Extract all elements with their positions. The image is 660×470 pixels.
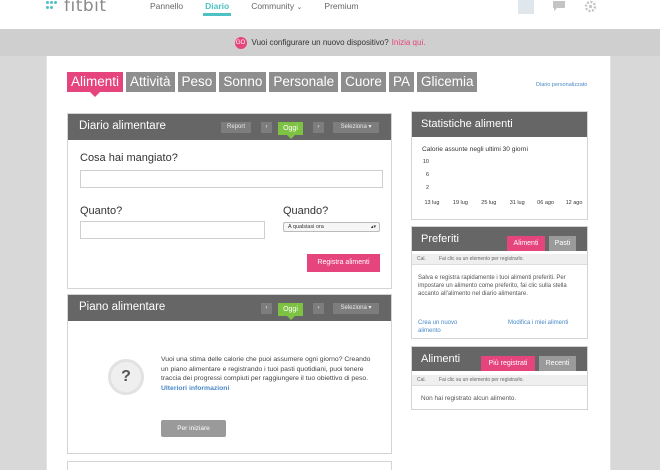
food-stats-title: Statistiche alimenti [421, 118, 513, 130]
banner-start-link[interactable]: Inizia qui. [392, 38, 426, 47]
foods-panel: Alimenti Più registrati Recenti Cal. Fai… [411, 346, 588, 410]
gear-icon[interactable] [584, 0, 598, 13]
create-food-link[interactable]: Crea un nuovo alimento [418, 319, 478, 335]
calorie-chart: 10 6 2 13 lug 19 lug 25 lug 31 lug 06 ago 12 ago [423, 159, 583, 206]
foods-tab-recent[interactable]: Recenti [539, 356, 576, 371]
tab-sleep[interactable]: Sonno [219, 72, 267, 92]
favorites-hint: Fai clic su un elemento per registrarlo. [439, 256, 524, 262]
custom-diary-link[interactable]: Diario personalizzato [536, 82, 587, 88]
favorites-text: Salva e registra rapidamente i tuoi alim… [418, 275, 567, 297]
favorites-tab-meals[interactable]: Pasti [549, 236, 576, 251]
nav-link-community[interactable]: Community ⌄ [251, 0, 302, 14]
get-started-button[interactable]: Per iniziare [161, 420, 226, 437]
quantity-label: Quanto? [80, 205, 123, 217]
select-label: Seleziona [340, 124, 367, 130]
favorites-header: Preferiti Alimenti Pasti [412, 227, 587, 251]
x-tick-label: 31 lug [510, 200, 525, 206]
chevron-down-icon: ▴▾ [370, 224, 376, 230]
tab-heart[interactable]: Cuore [341, 72, 386, 92]
meal-plan-panel: Piano alimentare ‹ Oggi › Seleziona ▾ ? … [67, 294, 392, 454]
favorites-column-header: Cal. Fai clic su un elemento per registr… [412, 254, 587, 265]
next-day-button[interactable]: › [313, 122, 324, 133]
food-search-input[interactable] [80, 170, 383, 188]
foods-cal-header: Cal. [417, 377, 426, 383]
question-mark: ? [121, 368, 131, 385]
favorites-cal-header: Cal. [417, 256, 426, 262]
diary-tabs: Alimenti Attività Peso Sonno Personale C… [67, 72, 478, 97]
meal-plan-description: Vuoi una stima delle calorie che puoi as… [161, 356, 371, 383]
select-label: Seleziona [340, 305, 367, 311]
log-food-button[interactable]: Registra alimenti [307, 254, 380, 272]
next-day-button[interactable]: › [313, 303, 324, 314]
food-stats-subtitle: Calorie assunte negli ultimi 30 giorni [422, 146, 528, 153]
x-tick-label: 12 ago [566, 200, 583, 206]
tab-glucose[interactable]: Glicemia [416, 72, 478, 92]
select-dropdown[interactable]: Seleziona ▾ [333, 122, 379, 133]
when-label: Quando? [283, 205, 329, 217]
food-stats-panel: Statistiche alimenti Calorie assunte neg… [411, 111, 588, 220]
question-icon: ? [108, 359, 144, 395]
edit-foods-link[interactable]: Modifica i miei alimenti [508, 319, 573, 327]
select-dropdown[interactable]: Seleziona ▾ [333, 303, 379, 314]
y-tick-label: 6 [426, 172, 429, 178]
foods-hint: Fai clic su un elemento per registrarlo. [439, 377, 524, 383]
top-navigation: fitbit Pannello Diario Community ⌄ Premi… [0, 0, 660, 29]
avatar[interactable] [518, 0, 534, 14]
prev-day-button[interactable]: ‹ [261, 303, 272, 314]
tab-blood-pressure[interactable]: PA [388, 72, 414, 92]
foods-title: Alimenti [421, 353, 461, 365]
food-diary-title: Diario alimentare [79, 120, 166, 132]
nav-link-premium[interactable]: Premium [324, 0, 358, 14]
chat-icon[interactable] [552, 0, 566, 12]
when-select[interactable]: A qualsiasi ora ▴▾ [283, 222, 380, 232]
tab-weight[interactable]: Peso [177, 72, 217, 92]
nav-link-dashboard[interactable]: Pannello [150, 0, 183, 14]
food-diary-header: Diario alimentare Report ‹ Oggi › Selezi… [68, 114, 391, 140]
y-tick-label: 2 [426, 185, 429, 191]
favorites-tab-food[interactable]: Alimenti [507, 236, 545, 251]
brand-name: fitbit [64, 0, 107, 16]
chevron-down-icon: ▾ [368, 305, 372, 311]
setup-banner: GO Vuoi configurare un nuovo dispositivo… [0, 29, 660, 56]
x-tick-label: 06 ago [537, 200, 554, 206]
foods-tab-most-logged[interactable]: Più registrati [481, 356, 535, 371]
report-button[interactable]: Report [221, 122, 251, 133]
foods-column-header: Cal. Fai clic su un elemento per registr… [412, 375, 587, 386]
today-button[interactable]: Oggi [278, 303, 303, 320]
fitbit-dots-icon [46, 0, 60, 13]
tab-personal[interactable]: Personale [269, 72, 339, 92]
chevron-down-icon: ▾ [368, 124, 372, 130]
x-tick-label: 19 lug [453, 200, 468, 206]
meal-plan-title: Piano alimentare [79, 301, 166, 313]
when-select-value: A qualsiasi ora [288, 224, 324, 230]
foods-header: Alimenti Più registrati Recenti [412, 347, 587, 371]
x-tick-label: 25 lug [481, 200, 496, 206]
meal-plan-header: Piano alimentare ‹ Oggi › Seleziona ▾ [68, 295, 391, 321]
quantity-input[interactable] [80, 221, 265, 239]
tab-activity[interactable]: Attività [126, 72, 175, 92]
foods-empty-text: Non hai registrato alcun alimento. [421, 395, 517, 402]
chevron-down-icon: ⌄ [296, 4, 303, 11]
next-panel-edge [67, 461, 392, 470]
prev-day-button[interactable]: ‹ [261, 122, 272, 133]
nav-link-community-label: Community [251, 1, 295, 11]
tab-food[interactable]: Alimenti [67, 72, 124, 97]
banner-text: Vuoi configurare un nuovo dispositivo? [251, 38, 389, 47]
favorites-panel: Preferiti Alimenti Pasti Cal. Fai clic s… [411, 226, 588, 339]
fitbit-logo[interactable]: fitbit [46, 0, 107, 16]
top-icons [518, 0, 598, 14]
more-info-link[interactable]: Ulteriori informazioni [161, 385, 229, 392]
device-icon: GO [234, 36, 247, 49]
main-nav: Pannello Diario Community ⌄ Premium [150, 0, 380, 16]
meal-plan-text: Vuoi una stima delle calorie che puoi as… [161, 355, 371, 393]
today-button[interactable]: Oggi [278, 122, 303, 139]
favorites-title: Preferiti [421, 233, 459, 245]
y-tick-label: 10 [423, 159, 429, 165]
food-stats-header: Statistiche alimenti [412, 112, 587, 137]
what-label: Cosa hai mangiato? [80, 152, 178, 164]
food-diary-panel: Diario alimentare Report ‹ Oggi › Selezi… [67, 113, 392, 289]
nav-link-diary[interactable]: Diario [203, 0, 232, 16]
x-tick-label: 13 lug [425, 200, 440, 206]
